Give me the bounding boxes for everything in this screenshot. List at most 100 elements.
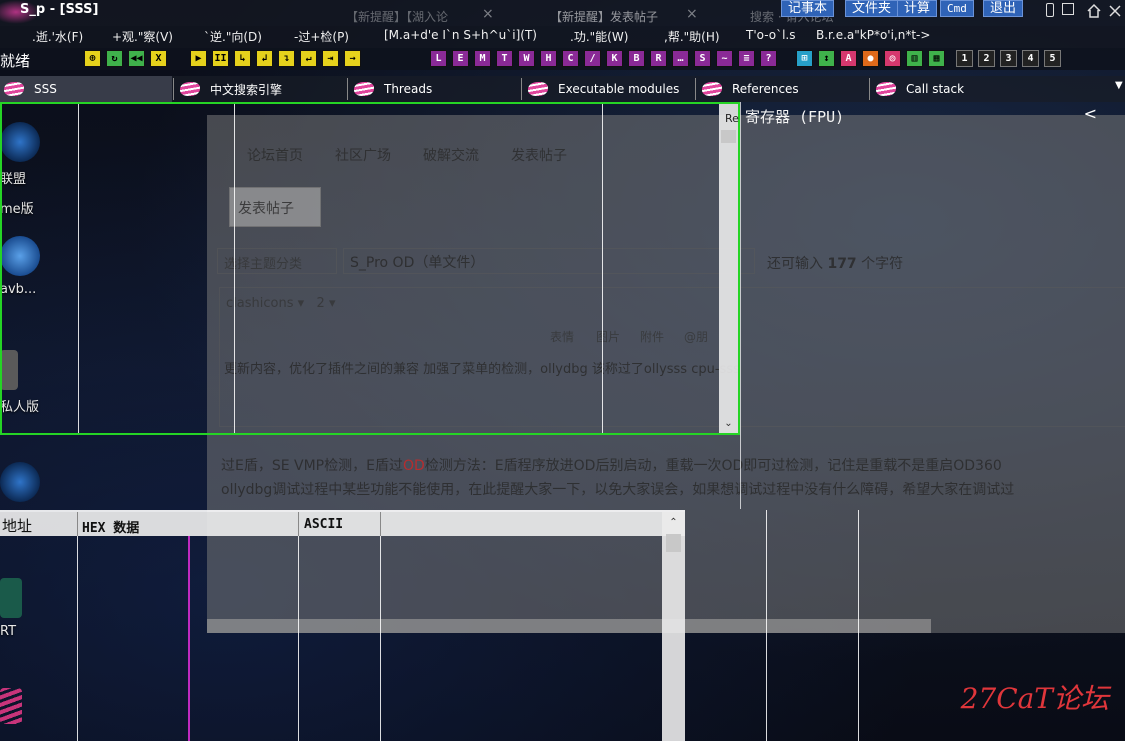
toolbar-button-1[interactable]: ↻ bbox=[106, 50, 123, 67]
column-divider[interactable] bbox=[77, 512, 78, 536]
toolbar-button-20[interactable]: K bbox=[606, 50, 623, 67]
dump-header: 地址 HEX 数据 ASCII bbox=[0, 512, 685, 536]
toolbar-button-9[interactable]: ↵ bbox=[300, 50, 317, 67]
tab-sss[interactable]: SSS bbox=[0, 76, 172, 102]
menu-file[interactable]: .逝.'水(F) bbox=[32, 28, 83, 45]
column-address[interactable]: 地址 bbox=[2, 515, 32, 536]
toolbar-button-27[interactable]: ? bbox=[760, 50, 777, 67]
toolbar-button-15[interactable]: T bbox=[496, 50, 513, 67]
column-divider[interactable] bbox=[858, 510, 859, 741]
column-divider[interactable] bbox=[766, 510, 767, 741]
toolbar-button-31[interactable]: ● bbox=[862, 50, 879, 67]
toolbar-button-29[interactable]: ↕ bbox=[818, 50, 835, 67]
column-hex[interactable]: HEX 数据 bbox=[82, 517, 139, 536]
registers-pane[interactable]: Re 寄存器 (FPU) < bbox=[725, 102, 1125, 509]
tab-separator bbox=[173, 78, 174, 100]
exit-button[interactable]: 退出 bbox=[983, 0, 1024, 17]
toolbar-button-25[interactable]: ~ bbox=[716, 50, 733, 67]
registers-tab-label: Re bbox=[725, 112, 739, 125]
scroll-up-icon[interactable]: ⌃ bbox=[664, 514, 683, 530]
cmd-button[interactable]: Cmd bbox=[940, 0, 974, 17]
dump-vertical-scrollbar[interactable]: ⌃ bbox=[662, 512, 685, 741]
memory-dump-pane[interactable]: 地址 HEX 数据 ASCII ⌃ bbox=[0, 510, 685, 741]
toolbar-button-2[interactable]: ◀◀ bbox=[128, 50, 145, 67]
toolbar-button-11[interactable]: → bbox=[344, 50, 361, 67]
scroll-thumb[interactable] bbox=[666, 534, 681, 552]
tab-logo-icon bbox=[4, 82, 24, 96]
desktop-icon-5[interactable] bbox=[0, 462, 62, 502]
collapse-icon[interactable]: < bbox=[1084, 104, 1097, 123]
toolbar-button-4[interactable]: ▶ bbox=[190, 50, 207, 67]
browser-tab: 【新提醒】【湖入论 bbox=[346, 10, 449, 24]
tab-label: SSS bbox=[34, 82, 57, 96]
tab-executable-modules[interactable]: Executable modules bbox=[524, 76, 694, 102]
toolbar-button-38[interactable]: 4 bbox=[1022, 50, 1039, 67]
column-divider[interactable] bbox=[298, 512, 299, 536]
toolbar-button-30[interactable]: A bbox=[840, 50, 857, 67]
cpu-disassembly-pane[interactable]: ⌄ bbox=[0, 102, 740, 435]
toolbar-button-16[interactable]: W bbox=[518, 50, 535, 67]
tab-call-stack[interactable]: Call stack bbox=[872, 76, 1112, 102]
toolbar-button-13[interactable]: E bbox=[452, 50, 469, 67]
toolbar-button-19[interactable]: / bbox=[584, 50, 601, 67]
menu-breakpoint[interactable]: B.r.e.a"kP*o'i,n*t-> bbox=[816, 28, 930, 42]
toolbar-button-5[interactable]: II bbox=[212, 50, 229, 67]
scroll-thumb[interactable] bbox=[721, 130, 736, 143]
scroll-down-icon[interactable]: ⌄ bbox=[719, 415, 738, 431]
menu-made-in[interactable]: [M.a+d'e I`n S+h^u`i](T) bbox=[384, 28, 537, 42]
toolbar-button-28[interactable]: ⊞ bbox=[796, 50, 813, 67]
toolbar-button-8[interactable]: ↴ bbox=[278, 50, 295, 67]
toolbar-button-3[interactable]: X bbox=[150, 50, 167, 67]
toolbar-button-35[interactable]: 1 bbox=[956, 50, 973, 67]
column-divider[interactable] bbox=[602, 104, 603, 433]
menu-debug[interactable]: `逆."向(D) bbox=[204, 28, 262, 45]
tab-separator bbox=[695, 78, 696, 100]
toolbar-button-22[interactable]: R bbox=[650, 50, 667, 67]
menu-plugins[interactable]: -过+检(P) bbox=[294, 28, 349, 45]
column-divider[interactable] bbox=[380, 512, 381, 536]
toolbar-button-33[interactable]: ▥ bbox=[906, 50, 923, 67]
tab-dropdown-icon[interactable]: ▼ bbox=[1115, 80, 1125, 96]
toolbar-button-26[interactable]: ≡ bbox=[738, 50, 755, 67]
toolbar-button-12[interactable]: L bbox=[430, 50, 447, 67]
menu-help[interactable]: ,帮."助(H) bbox=[664, 28, 720, 45]
tab-logo-icon bbox=[702, 82, 722, 96]
home-icon[interactable] bbox=[1086, 3, 1101, 18]
notepad-button[interactable]: 记事本 bbox=[781, 0, 835, 17]
calculator-button[interactable]: 计算 bbox=[897, 0, 938, 17]
toolbar-button-10[interactable]: ⇥ bbox=[322, 50, 339, 67]
toolbar-button-17[interactable]: H bbox=[540, 50, 557, 67]
tab-chinese-search[interactable]: 中文搜索引擎 bbox=[176, 76, 346, 102]
menu-window[interactable]: .功."能(W) bbox=[570, 28, 628, 45]
folder-button[interactable]: 文件夹 bbox=[845, 0, 899, 17]
toolbar-button-14[interactable]: M bbox=[474, 50, 491, 67]
title-bar: S_p - [SSS] 【新提醒】【湖入论 × 【新提醒】发表帖子 × 搜索 ·… bbox=[0, 0, 1125, 26]
toolbar-button-0[interactable]: ⊕ bbox=[84, 50, 101, 67]
window-title: S_p - [SSS] bbox=[20, 2, 99, 17]
maximize-icon[interactable] bbox=[1062, 3, 1074, 15]
tab-separator bbox=[869, 78, 870, 100]
toolbar-button-23[interactable]: … bbox=[672, 50, 689, 67]
cpu-vertical-scrollbar[interactable]: ⌄ bbox=[719, 104, 738, 433]
toolbar-button-34[interactable]: ▦ bbox=[928, 50, 945, 67]
toolbar-button-32[interactable]: ◎ bbox=[884, 50, 901, 67]
column-ascii[interactable]: ASCII bbox=[304, 517, 343, 532]
toolbar-button-21[interactable]: B bbox=[628, 50, 645, 67]
column-divider bbox=[77, 536, 78, 741]
tab-separator bbox=[347, 78, 348, 100]
toolbar-button-24[interactable]: S bbox=[694, 50, 711, 67]
column-divider[interactable] bbox=[234, 104, 235, 433]
toolbar-button-7[interactable]: ↲ bbox=[256, 50, 273, 67]
menu-view[interactable]: +观."察(V) bbox=[112, 28, 173, 45]
restore-icon[interactable] bbox=[1046, 3, 1054, 17]
column-divider[interactable] bbox=[78, 104, 79, 433]
toolbar-button-37[interactable]: 3 bbox=[1000, 50, 1017, 67]
close-icon[interactable] bbox=[1108, 3, 1122, 17]
toolbar-button-6[interactable]: ↳ bbox=[234, 50, 251, 67]
toolbar-button-39[interactable]: 5 bbox=[1044, 50, 1061, 67]
toolbar-button-18[interactable]: C bbox=[562, 50, 579, 67]
toolbar-button-36[interactable]: 2 bbox=[978, 50, 995, 67]
tab-threads[interactable]: Threads bbox=[350, 76, 520, 102]
menu-tools[interactable]: T'o-o`l.s bbox=[746, 28, 796, 42]
tab-references[interactable]: References bbox=[698, 76, 868, 102]
